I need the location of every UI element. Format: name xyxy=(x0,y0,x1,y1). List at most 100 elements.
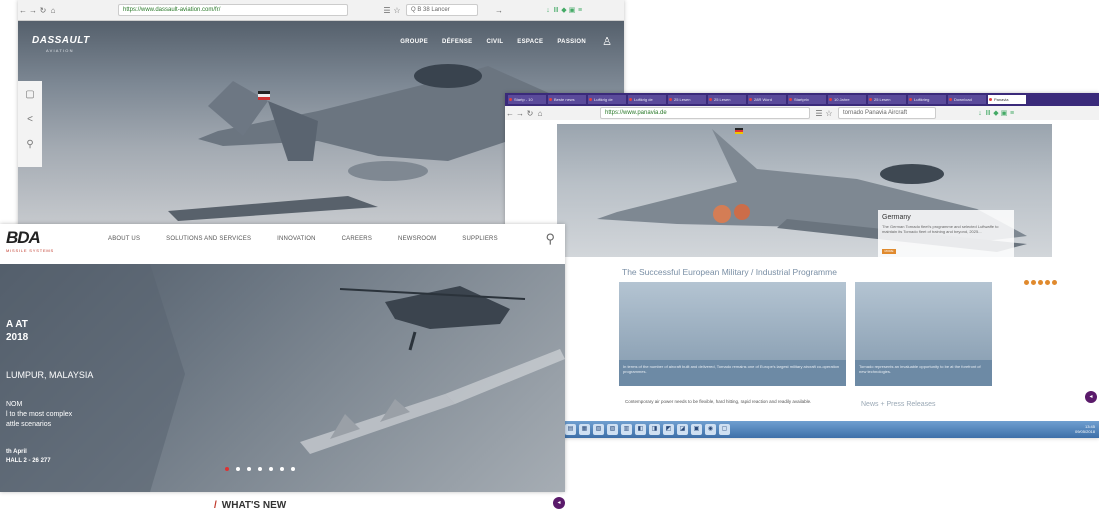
more-button[interactable]: MORE xyxy=(882,249,896,254)
forward-icon[interactable]: → xyxy=(28,6,38,15)
nav-item-careers[interactable]: CAREERS xyxy=(342,236,372,242)
carousel-dot[interactable] xyxy=(269,467,273,471)
app-icon[interactable]: ◩ xyxy=(663,424,674,435)
home-icon[interactable]: ⌂ xyxy=(535,109,545,118)
app-icon[interactable]: ◨ xyxy=(649,424,660,435)
app-icon[interactable]: ▨ xyxy=(607,424,618,435)
app-icon[interactable]: ▥ xyxy=(621,424,632,435)
forward-icon[interactable]: → xyxy=(515,109,525,118)
camera-icon[interactable]: ▢ xyxy=(25,89,34,100)
info-card-2[interactable]: Tornado represents an invaluable opportu… xyxy=(855,282,992,386)
slide-dot[interactable] xyxy=(1045,280,1050,285)
mbda-browser-window: BDA MISSILE SYSTEMS ABOUT US SOLUTIONS A… xyxy=(0,224,565,492)
carousel-dot[interactable] xyxy=(258,467,262,471)
tab-3[interactable]: Luftkrig de xyxy=(588,95,626,104)
share-icon[interactable]: < xyxy=(27,114,33,125)
dassault-nav: GROUPE DÉFENSE CIVIL ESPACE PASSION xyxy=(400,39,586,45)
back-icon[interactable]: ← xyxy=(505,109,515,118)
slide-dot[interactable] xyxy=(1024,280,1029,285)
wrench-icon[interactable]: ⚲ xyxy=(26,139,33,150)
library-icon[interactable]: Ⅲ xyxy=(984,109,992,117)
home-icon[interactable]: ⌂ xyxy=(48,6,58,15)
nav-item-suppliers[interactable]: SUPPLIERS xyxy=(462,236,497,242)
slide-dot[interactable] xyxy=(1052,280,1057,285)
hero-callout[interactable]: Germany The German Tornado fleet's progr… xyxy=(878,210,1014,258)
nav-item-solutions[interactable]: SOLUTIONS AND SERVICES xyxy=(166,236,251,242)
tab-4[interactable]: Luftkrig de xyxy=(628,95,666,104)
menu-icon[interactable]: ≡ xyxy=(576,7,584,14)
hero-date-line1: th April xyxy=(6,449,27,455)
search-input[interactable]: Q B 38 Lancer xyxy=(406,4,478,16)
tab-9[interactable]: 10 Jahre xyxy=(828,95,866,104)
tab-panavia[interactable]: Panavia xyxy=(988,95,1026,104)
carousel-dot[interactable] xyxy=(280,467,284,471)
mbda-chat-button[interactable]: ◂ xyxy=(553,497,565,509)
sync-icon[interactable]: ▣ xyxy=(1000,109,1008,117)
carousel-dot[interactable] xyxy=(236,467,240,471)
extension-icon[interactable]: ◆ xyxy=(560,6,568,14)
nav-item-innovation[interactable]: INNOVATION xyxy=(277,236,315,242)
bookmark-icon[interactable]: ☆ xyxy=(392,6,402,15)
tab-8[interactable]: Startprix xyxy=(788,95,826,104)
extension-icon[interactable]: ◆ xyxy=(992,109,1000,117)
app-icon[interactable]: ◪ xyxy=(677,424,688,435)
download-icon[interactable]: ↓ xyxy=(976,110,984,117)
reload-icon[interactable]: ↻ xyxy=(525,109,535,118)
callout-title: Germany xyxy=(882,214,911,221)
hero-location: LUMPUR, MALAYSIA xyxy=(6,370,94,380)
carousel-dot-active[interactable] xyxy=(225,467,229,471)
app-icon[interactable]: ▣ xyxy=(691,424,702,435)
sync-icon[interactable]: ▣ xyxy=(568,6,576,14)
section-title: The Successful European Military / Indus… xyxy=(622,267,837,277)
reload-icon[interactable]: ↻ xyxy=(38,6,48,15)
library-icon[interactable]: Ⅲ xyxy=(552,6,560,14)
download-icon[interactable]: ↓ xyxy=(544,7,552,14)
card-image xyxy=(855,282,992,360)
news-heading[interactable]: News + Press Releases xyxy=(861,401,936,408)
file-explorer-icon[interactable]: ▤ xyxy=(565,424,576,435)
reader-icon[interactable]: ☰ xyxy=(382,6,392,15)
back-icon[interactable]: ← xyxy=(18,6,28,15)
tab-2[interactable]: Beste news xyxy=(548,95,586,104)
nav-item-civil[interactable]: CIVIL xyxy=(486,39,503,45)
slide-dot[interactable] xyxy=(1031,280,1036,285)
dassault-logo[interactable]: DASSAULT xyxy=(32,35,90,46)
bookmark-icon[interactable]: ☆ xyxy=(824,109,834,118)
go-icon[interactable]: → xyxy=(494,6,504,15)
system-tray[interactable]: 13:45 09/05/2018 xyxy=(1075,424,1095,434)
panavia-page: Germany The German Tornado fleet's progr… xyxy=(505,120,1099,421)
search-icon[interactable]: ⚲ xyxy=(545,231,555,247)
user-icon[interactable]: ♙ xyxy=(602,35,612,48)
nav-item-passion[interactable]: PASSION xyxy=(557,39,586,45)
reader-icon[interactable]: ☰ xyxy=(814,109,824,118)
nav-item-espace[interactable]: ESPACE xyxy=(517,39,543,45)
nav-item-defense[interactable]: DÉFENSE xyxy=(442,39,472,45)
tab-12[interactable]: Download xyxy=(948,95,986,104)
info-card-1[interactable]: In terms of the number of aircraft built… xyxy=(619,282,846,386)
windows-taskbar: ▤ ▦ ▧ ▨ ▥ ◧ ◨ ◩ ◪ ▣ ◉ ▢ 13:45 09/05/2018 xyxy=(505,421,1099,438)
slide-dot[interactable] xyxy=(1038,280,1043,285)
search-input[interactable]: tornado Panavia Aircraft xyxy=(838,107,936,119)
carousel-dot[interactable] xyxy=(247,467,251,471)
tab-7[interactable]: 28R Word xyxy=(748,95,786,104)
app-icon[interactable]: ▢ xyxy=(719,424,730,435)
carousel-dot[interactable] xyxy=(291,467,295,471)
nav-item-about-us[interactable]: ABOUT US xyxy=(108,236,140,242)
tab-10[interactable]: 25 Lesen xyxy=(868,95,906,104)
menu-icon[interactable]: ≡ xyxy=(1008,110,1016,117)
app-icon[interactable]: ▧ xyxy=(593,424,604,435)
nav-item-newsroom[interactable]: NEWSROOM xyxy=(398,236,436,242)
address-bar[interactable]: https://www.panavia.de xyxy=(600,107,810,119)
app-icon[interactable]: ▦ xyxy=(579,424,590,435)
hero-title-line2: 2018 xyxy=(6,332,29,343)
tab-6[interactable]: 25 Lesen xyxy=(708,95,746,104)
app-icon[interactable]: ◧ xyxy=(635,424,646,435)
mbda-logo[interactable]: BDA xyxy=(6,228,41,248)
browser-icon[interactable]: ◉ xyxy=(705,424,716,435)
address-bar[interactable]: https://www.dassault-aviation.com/fr/ xyxy=(118,4,348,16)
tab-1[interactable]: Startp - 10 xyxy=(508,95,546,104)
chat-button[interactable]: ◂ xyxy=(1085,391,1097,403)
nav-item-groupe[interactable]: GROUPE xyxy=(400,39,428,45)
tab-11[interactable]: Luftkrieg xyxy=(908,95,946,104)
tab-5[interactable]: 25 Lesen xyxy=(668,95,706,104)
